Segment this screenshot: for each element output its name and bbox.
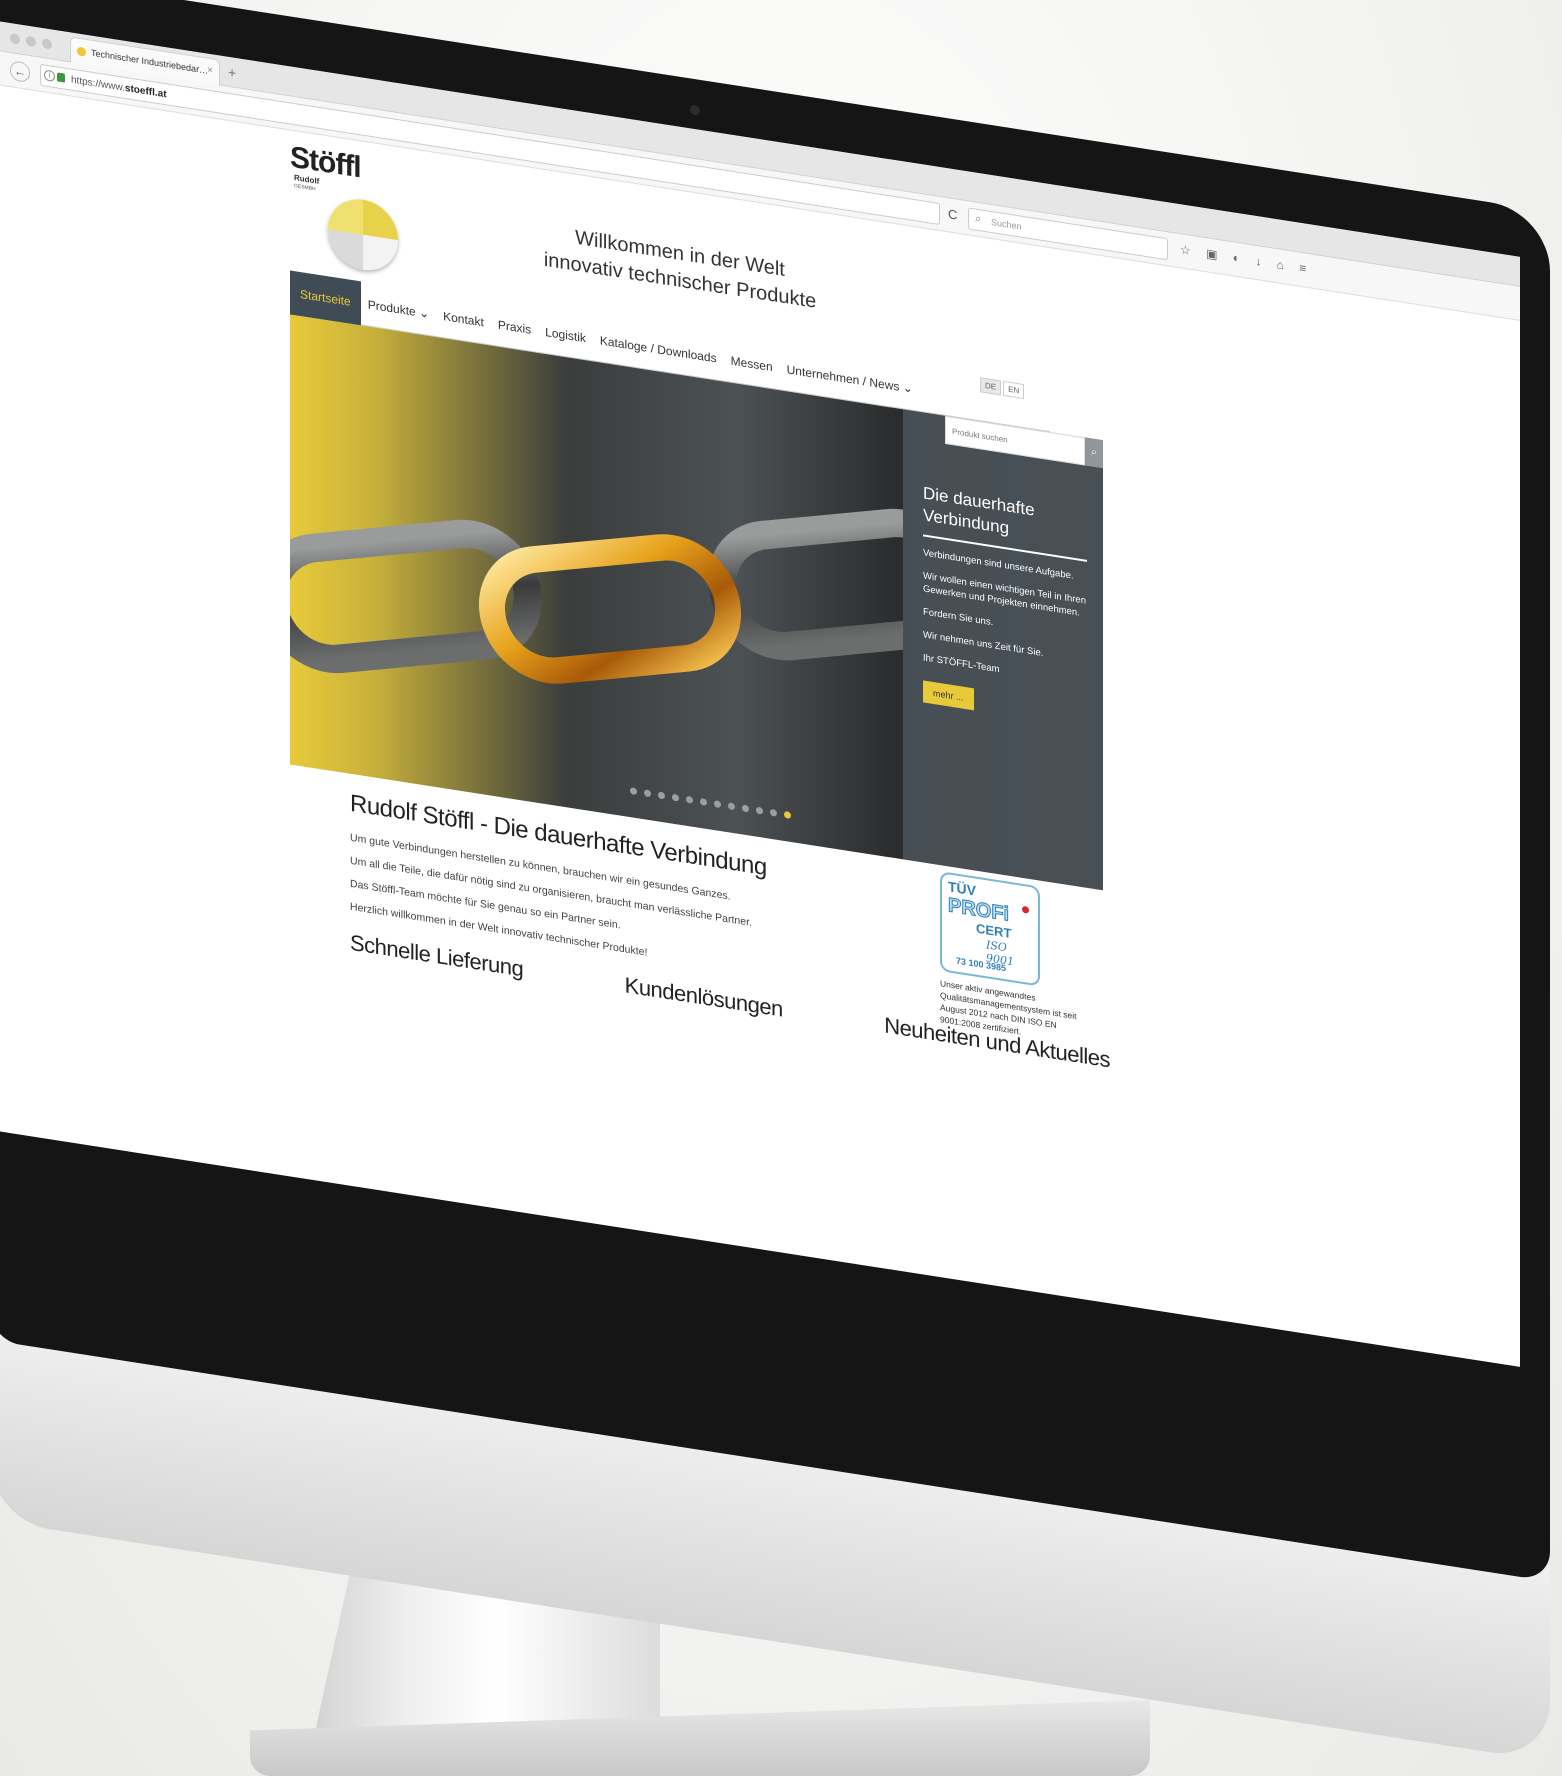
info-icon[interactable]: i [44, 69, 55, 83]
badge-dot-icon [1022, 905, 1029, 914]
language-option[interactable]: EN [1003, 380, 1025, 400]
slider-dot[interactable] [658, 791, 665, 800]
more-button[interactable]: mehr ... [923, 680, 974, 711]
nav-item[interactable]: Unternehmen / News ⌄ [780, 361, 920, 397]
slider-dot[interactable] [700, 797, 707, 806]
hero-panel: Die dauerhafte Verbindung Verbindungen s… [903, 409, 1103, 891]
tab-close-icon[interactable]: × [207, 65, 213, 77]
browser-window: Technischer Industriebedar… × + ← i http… [0, 21, 1520, 1367]
search-placeholder: Suchen [991, 216, 1022, 232]
nav-item[interactable]: Kataloge / Downloads [593, 332, 724, 366]
language-option[interactable]: DE [980, 377, 1002, 396]
search-icon: ⌕ [1091, 446, 1097, 459]
slider-dot[interactable] [672, 793, 679, 802]
camera-icon [690, 104, 700, 116]
nav-item[interactable]: Logistik [538, 323, 593, 345]
slider-dot[interactable] [784, 810, 791, 820]
reload-button[interactable]: C [948, 206, 957, 222]
slider-dot[interactable] [686, 795, 693, 804]
monitor-bezel: Technischer Industriebedar… × + ← i http… [0, 0, 1550, 1582]
nav-item[interactable]: Produkte ⌄ [361, 296, 436, 322]
product-search-button[interactable]: ⌕ [1085, 437, 1103, 469]
nav-item[interactable]: Praxis [491, 316, 538, 337]
search-icon: ⌕ [975, 212, 982, 226]
slider-dot[interactable] [714, 800, 721, 809]
tab-bar: Technischer Industriebedar… × + [0, 21, 1520, 287]
slider-dot[interactable] [644, 789, 651, 798]
monitor: Technischer Industriebedar… × + ← i http… [0, 0, 1550, 1776]
slider-dot[interactable] [770, 808, 777, 817]
nav-item[interactable]: Kontakt [436, 308, 491, 330]
lock-icon [57, 72, 65, 83]
company-logo[interactable]: Stöffl Rudolf GESMBH [290, 140, 410, 279]
scene: Technischer Industriebedar… × + ← i http… [0, 0, 1562, 1776]
new-tab-button[interactable]: + [228, 64, 236, 81]
chain-image [290, 508, 903, 684]
slider-dot[interactable] [756, 806, 763, 815]
favicon-icon [77, 46, 86, 57]
chain-link-right [707, 508, 903, 661]
slider-dot[interactable] [742, 804, 749, 813]
nav-item[interactable]: Messen [724, 352, 780, 375]
window-close-icon[interactable] [10, 33, 20, 45]
window-minimize-icon[interactable] [26, 35, 36, 48]
slider-dot[interactable] [728, 802, 735, 811]
certificate-section: TÜV PROFi CERT ISO 9001 73 100 3985 Unse… [940, 871, 1090, 1048]
back-button[interactable]: ← [10, 60, 30, 84]
address-bar[interactable]: i https://www.stoeffl.at [40, 63, 940, 226]
logo-disc-icon [328, 194, 398, 276]
tuv-certificate-badge[interactable]: TÜV PROFi CERT ISO 9001 73 100 3985 [940, 871, 1040, 987]
url-prefix: https://www. [71, 74, 125, 94]
slider-dot[interactable] [630, 787, 637, 796]
window-maximize-icon[interactable] [42, 38, 52, 50]
url-host: stoeffl.at [124, 82, 167, 101]
